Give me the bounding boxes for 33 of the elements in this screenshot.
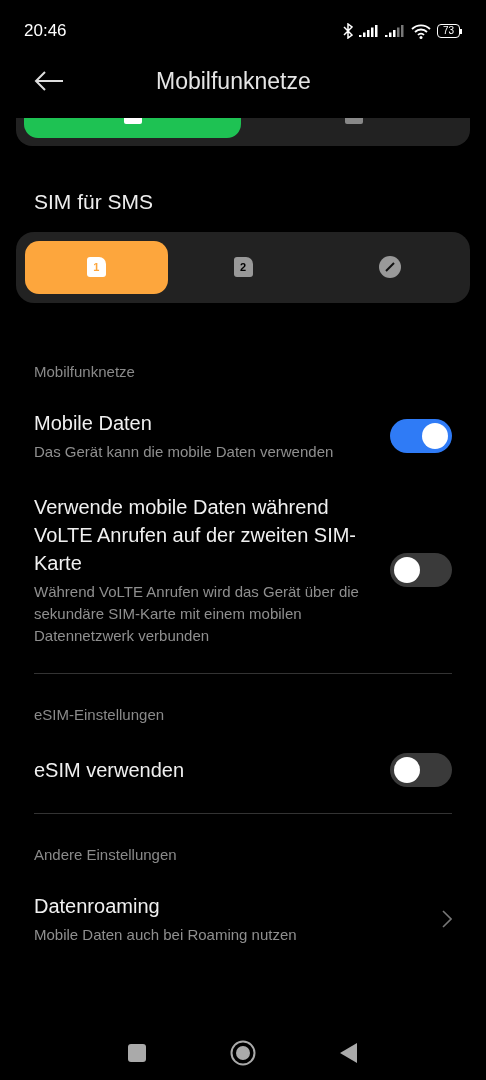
section-header: eSIM-Einstellungen — [34, 705, 166, 725]
settings-row[interactable]: eSIM verwenden — [0, 726, 486, 791]
toggle-switch[interactable] — [390, 553, 452, 587]
settings-row[interactable]: Verwende mobile Daten während VoLTE Anrufen auf der zweiten SIM-Karte Während VoLTE Anrufen wird das Gerät über die sekundäre SIM-Karte mit einem mobilen Datennetzwerk verbunden — [0, 467, 486, 651]
settings-row[interactable]: Mobile Daten Das Gerät kann die mobile Daten verwenden — [0, 383, 486, 467]
back-arrow-icon[interactable] — [34, 71, 64, 91]
section-header: Mobilfunknetze — [34, 361, 136, 382]
setting-title: Verwende mobile Daten während VoLTE Anrufen auf der zweiten SIM-Karte — [34, 495, 358, 576]
back-icon[interactable] — [340, 1043, 358, 1063]
setting-title: Datenroaming — [34, 894, 161, 919]
signal-icon — [384, 25, 405, 37]
bluetooth-icon — [342, 23, 353, 39]
pencil-icon — [378, 256, 401, 278]
setting-description: Mobile Daten auch bei Roaming nutzen — [34, 925, 298, 945]
toggle-switch[interactable] — [390, 419, 452, 453]
sim-card-icon: 2 — [233, 257, 253, 277]
sim-tab[interactable]: 2 — [171, 240, 315, 294]
setting-title: eSIM verwenden — [34, 757, 186, 783]
wifi-icon — [410, 23, 431, 39]
section-title: SIM für SMS — [34, 189, 155, 215]
status-time: 20:46 — [24, 20, 67, 43]
setting-description: Das Gerät kann die mobile Daten verwenden — [34, 442, 335, 462]
home-icon[interactable] — [230, 1040, 256, 1066]
signal-icon — [358, 25, 379, 37]
sim-card-icon: 1 — [86, 257, 106, 277]
setting-description: Während VoLTE Anrufen wird das Gerät über die sekundäre SIM-Karte mit einem mobilen Datennetzwerk verbunden — [34, 582, 360, 646]
settings-row[interactable]: Datenroaming Mobile Daten auch bei Roaming nutzen — [0, 866, 486, 950]
toggle-switch[interactable] — [390, 752, 452, 787]
page-title: Mobilfunknetze — [156, 66, 311, 96]
section-header: Andere Einstellungen — [34, 844, 178, 865]
setting-title: Mobile Daten — [34, 411, 153, 436]
sim-tab[interactable] — [24, 118, 241, 138]
chevron-right-icon — [442, 910, 452, 928]
